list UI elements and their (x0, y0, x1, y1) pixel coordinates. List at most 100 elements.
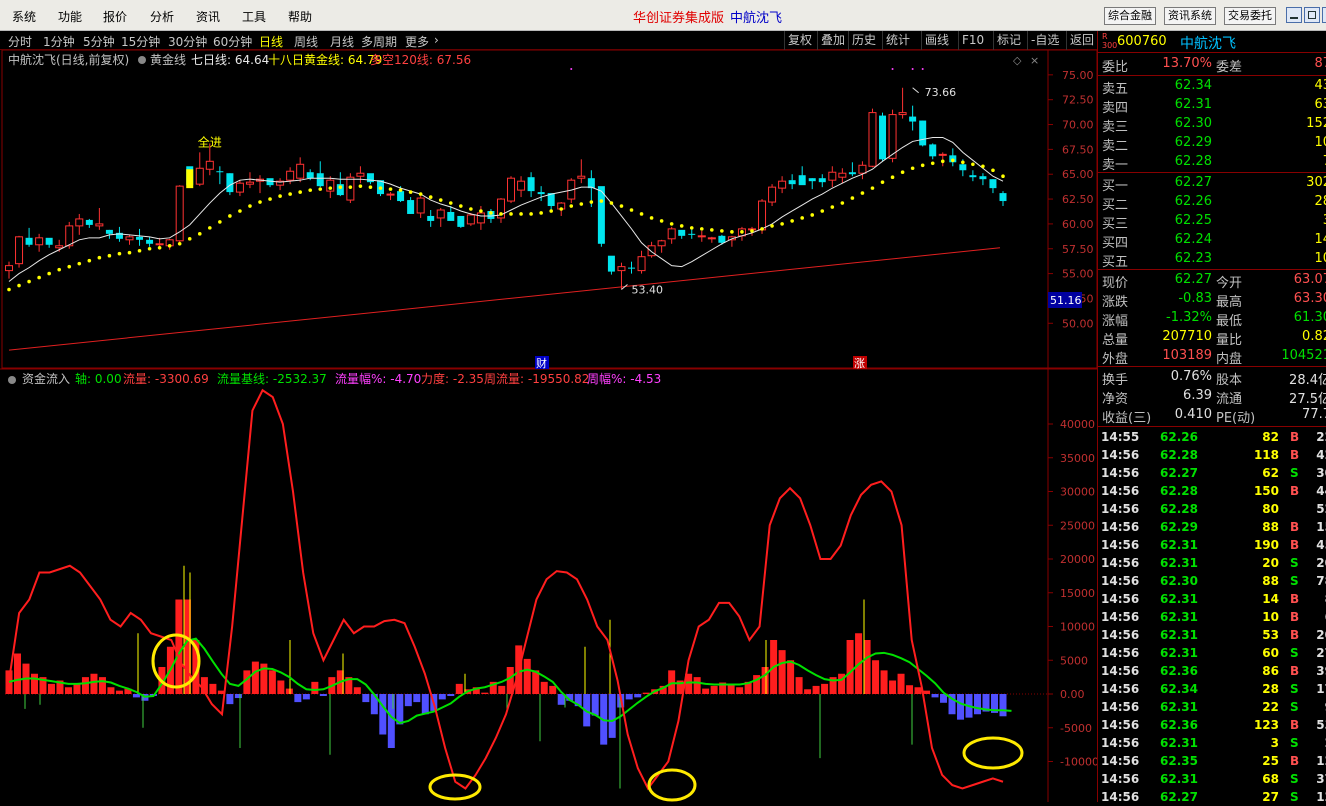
flow-bar (379, 694, 387, 735)
period-tab[interactable]: 更多 (405, 33, 429, 50)
ma18-dot (107, 253, 112, 258)
period-tab[interactable]: 1分钟 (43, 33, 75, 50)
ma18-dot (760, 227, 764, 231)
sub-legend-axis: 轴: 0.00 (75, 371, 122, 386)
menu-item[interactable]: 功能 (58, 8, 82, 25)
menu-item[interactable]: 系统 (12, 8, 36, 25)
tick-row: 14:5662.3114B8 (1098, 590, 1326, 608)
candle-body (838, 172, 847, 178)
chevron-right-icon[interactable]: › (434, 33, 439, 47)
divider (1098, 172, 1326, 173)
tick-count: 45 (1316, 538, 1326, 552)
flow-bar (311, 681, 319, 694)
tick-count: 53 (1316, 718, 1326, 732)
ma18-legend: 十八日黄金线: 64.79 (268, 52, 382, 67)
quote-value: 103189 (1162, 348, 1212, 363)
tool-button[interactable]: 叠加 (817, 31, 848, 50)
tick-time: 14:56 (1101, 520, 1140, 534)
highlight-circle (962, 736, 1024, 770)
tick-row: 14:5662.3122S9 (1098, 698, 1326, 716)
close-button[interactable] (1322, 7, 1326, 23)
flow-bar (481, 692, 489, 694)
menu-item[interactable]: 帮助 (288, 8, 312, 25)
ma18-dot (820, 209, 825, 213)
period-tab[interactable]: 月线 (330, 33, 354, 50)
tick-volume: 10 (1262, 610, 1279, 624)
candle-body (476, 212, 485, 224)
quote-value: 63 (1314, 97, 1326, 112)
candle-body (15, 236, 24, 265)
flow-bar (98, 677, 106, 694)
ma18-dot (499, 212, 503, 216)
flow-tick-label: 10000 (1060, 621, 1095, 634)
period-tab[interactable]: 15分钟 (121, 33, 160, 50)
flow-bar (285, 688, 293, 694)
tool-button[interactable]: 返回 (1066, 31, 1097, 50)
window-stock-name: 中航沈飞 (730, 11, 783, 26)
period-tab[interactable]: 30分钟 (168, 33, 207, 50)
quote-label: 现价 (1102, 276, 1129, 291)
period-tab[interactable]: 分时 (8, 33, 32, 50)
tick-volume: 53 (1262, 628, 1279, 642)
tick-row: 14:56 62.31 68 S 37 (1098, 770, 1326, 788)
flow-tick-label: 15000 (1060, 587, 1095, 600)
tick-row: 14:56 62.36 86 B 39 (1098, 662, 1326, 680)
tick-volume: 20 (1262, 556, 1279, 570)
close-icon[interactable]: × (1030, 54, 1039, 67)
low-label: 53.40 (631, 283, 663, 296)
quote-row: 涨跌 -0.83 最高 63.30 (1098, 290, 1326, 310)
quote-row: 卖四 62.31 63 (1098, 96, 1326, 116)
tick-price: 62.31 (1160, 610, 1198, 624)
menu-item[interactable]: 工具 (242, 8, 266, 25)
period-tab[interactable]: 5分钟 (83, 33, 115, 50)
candle-body (778, 180, 787, 189)
tool-button[interactable]: 复权 (784, 31, 815, 50)
flow-tick-label: 5000 (1060, 654, 1088, 667)
tool-button[interactable]: F10 (958, 31, 987, 50)
tick-volume: 86 (1262, 664, 1279, 678)
quote-row: 总量 207710 量比 0.82 (1098, 328, 1326, 348)
quote-label: 内盘 (1216, 352, 1243, 367)
period-tab[interactable]: 周线 (294, 33, 318, 50)
flow-bar (30, 673, 38, 694)
tool-button[interactable]: 标记 (993, 31, 1024, 50)
period-tab[interactable]: 60分钟 (213, 33, 252, 50)
quote-row: 换手 0.76% 股本 28.4亿 (1098, 368, 1326, 388)
flow-tick-label: 30000 (1060, 486, 1095, 499)
ma18-dot (860, 191, 865, 195)
tick-time: 14:56 (1101, 754, 1140, 768)
top-button[interactable]: 综合金融 (1104, 7, 1156, 25)
flow-tick-label: 25000 (1060, 519, 1095, 532)
tool-button[interactable]: 历史 (848, 31, 879, 50)
ma18-dot (589, 200, 594, 204)
tool-button[interactable]: 统计 (882, 31, 913, 50)
flow-line (8, 388, 1004, 791)
ma18-dot (509, 212, 513, 216)
tick-price: 62.34 (1160, 682, 1198, 696)
tool-button[interactable]: 画线 (921, 31, 952, 50)
event-dot (911, 68, 914, 70)
tick-time: 14:56 (1101, 610, 1140, 624)
quote-value: 77.7 (1302, 407, 1326, 422)
menu-item[interactable]: 报价 (103, 8, 127, 25)
diamond-icon[interactable]: ◇ (1013, 54, 1022, 67)
tick-count: 37 (1316, 772, 1326, 786)
top-button[interactable]: 交易委托 (1224, 7, 1276, 25)
tick-price: 62.31 (1160, 556, 1198, 570)
period-tab[interactable]: 多周期 (361, 33, 397, 50)
period-tab[interactable]: 日线 (259, 33, 283, 50)
flow-bar (804, 689, 812, 694)
tool-button[interactable]: -自选 (1027, 31, 1062, 50)
sub-indicator-gear-icon[interactable] (8, 376, 16, 384)
top-button[interactable]: 资讯系统 (1164, 7, 1216, 25)
candle-body (879, 115, 887, 160)
menu-item[interactable]: 资讯 (196, 8, 220, 25)
tick-row: 14:5662.3110B6 (1098, 608, 1326, 626)
ma18-dot (348, 185, 353, 189)
menu-item[interactable]: 分析 (150, 8, 174, 25)
minimize-button[interactable] (1286, 7, 1302, 23)
candle-body (407, 200, 415, 214)
restore-button[interactable] (1304, 7, 1320, 23)
indicator-gear-icon[interactable] (138, 56, 146, 64)
quote-label: 委比 (1102, 60, 1129, 75)
